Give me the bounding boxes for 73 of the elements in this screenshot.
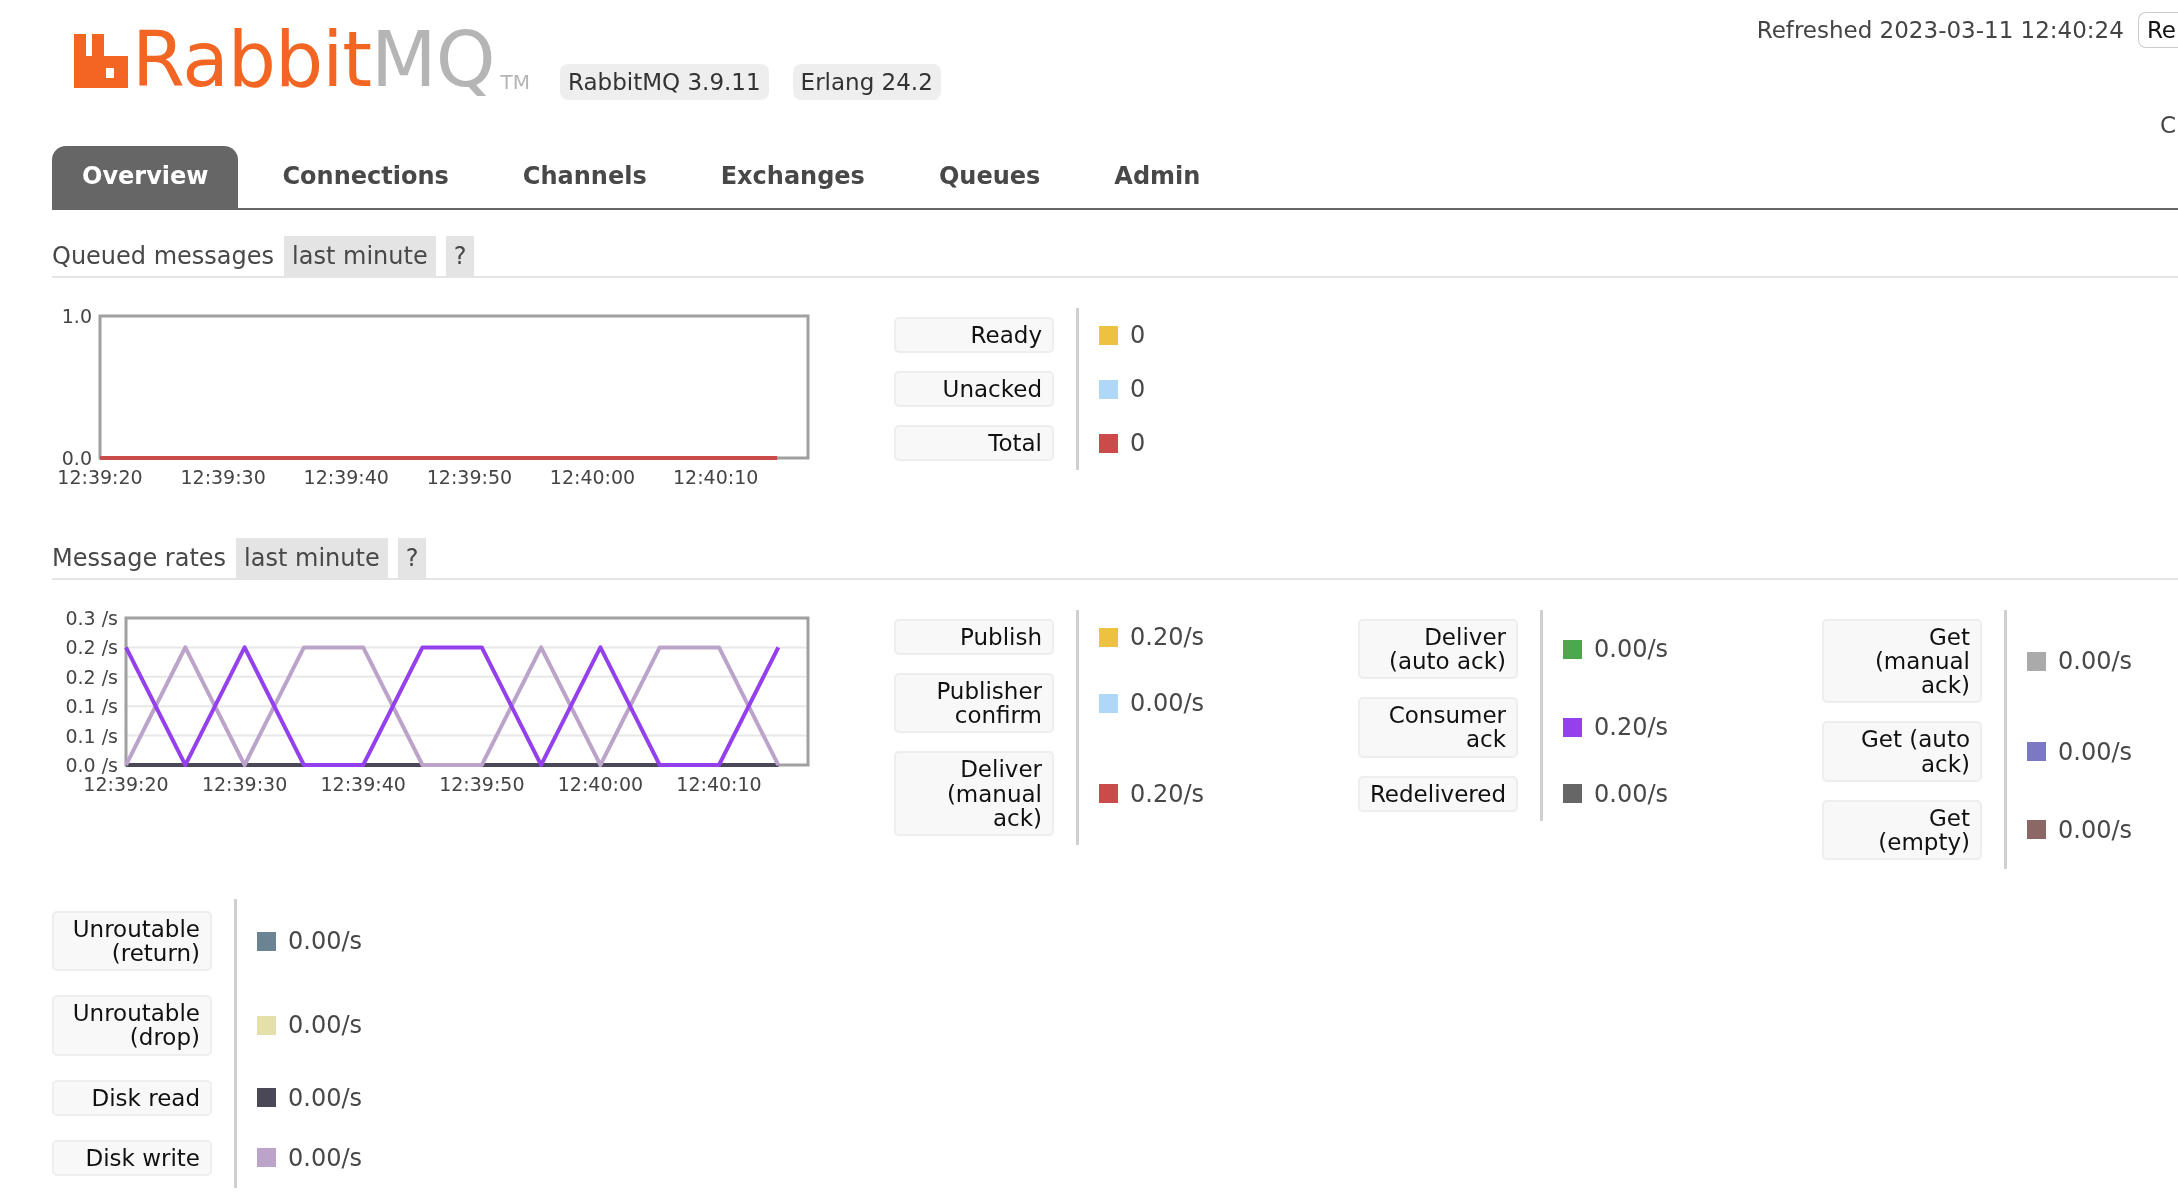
- user-label: C: [2159, 112, 2176, 138]
- help-button[interactable]: ?: [445, 236, 475, 276]
- legend-label: Unacked: [894, 371, 1054, 408]
- legend-label: Unroutable (drop): [52, 995, 212, 1056]
- y-tick-label: 0.1 /s: [65, 695, 118, 718]
- logo-suffix: MQ: [371, 22, 495, 98]
- legend-label: Deliver (manual ack): [894, 751, 1054, 836]
- y-tick-label: 0.2 /s: [65, 636, 118, 659]
- y-tick-label: 0.1 /s: [65, 724, 118, 747]
- period-selector[interactable]: last minute: [284, 236, 436, 276]
- x-tick-label: 12:40:00: [557, 773, 644, 795]
- x-tick-label: 12:39:20: [57, 466, 143, 488]
- rate-value: 0.00/s: [1594, 635, 1669, 664]
- x-tick-label: 12:39:40: [303, 466, 389, 488]
- legend-label: Total: [894, 425, 1054, 462]
- x-tick-label: 12:40:10: [676, 773, 762, 795]
- rate-value: 0.00/s: [288, 927, 363, 956]
- trademark-mark: TM: [500, 70, 530, 94]
- nav-tab[interactable]: Exchanges: [690, 146, 895, 208]
- section-title: Queued messages: [52, 241, 275, 272]
- x-tick-label: 12:39:30: [180, 466, 266, 488]
- x-tick-label: 12:40:00: [549, 466, 636, 488]
- nav-tab[interactable]: Channels: [492, 146, 677, 208]
- rate-value: 0.20/s: [1130, 623, 1205, 652]
- legend-label: Consumer ack: [1358, 697, 1518, 758]
- rate-value: 0.00/s: [1594, 779, 1669, 808]
- rate-value: 0.00/s: [2058, 815, 2133, 844]
- x-tick-label: 12:39:20: [83, 773, 169, 795]
- nav-tab[interactable]: Queues: [908, 146, 1071, 208]
- help-button[interactable]: ?: [397, 538, 427, 578]
- y-tick-label: 0.0: [61, 447, 92, 469]
- rabbit-logo-icon: [74, 34, 128, 88]
- x-tick-label: 12:39:50: [439, 773, 525, 795]
- nav-tab[interactable]: Admin: [1084, 146, 1231, 208]
- rate-value: 0: [1130, 375, 1146, 404]
- rate-value: 0.00/s: [288, 1011, 363, 1040]
- legend-label: Redelivered: [1358, 775, 1518, 812]
- rate-value: 0.00/s: [2058, 647, 2133, 676]
- legend-label: Publisher confirm: [894, 673, 1054, 734]
- x-tick-label: 12:39:50: [426, 466, 513, 488]
- legend-label: Get (empty): [1822, 799, 1982, 860]
- legend-label: Get (manual ack): [1822, 619, 1982, 704]
- rate-value: 0.00/s: [2058, 737, 2133, 766]
- legend-label: Deliver (auto ack): [1358, 619, 1518, 680]
- legend-label: Ready: [894, 317, 1054, 354]
- x-tick-label: 12:39:40: [320, 773, 406, 795]
- legend-label: Disk write: [52, 1139, 212, 1176]
- legend-label: Publish: [894, 619, 1054, 656]
- x-tick-label: 12:39:30: [201, 773, 288, 795]
- logo-wordmark: Rabbit: [132, 22, 372, 98]
- section-title: Message rates: [52, 543, 227, 574]
- legend-label: Unroutable (return): [52, 911, 212, 972]
- refreshed-timestamp: Refreshed 2023-03-11 12:40:24: [1756, 17, 2124, 43]
- nav-tab[interactable]: Overview: [52, 146, 239, 208]
- x-tick-label: 12:40:10: [673, 466, 759, 488]
- legend-label: Disk read: [52, 1079, 212, 1116]
- y-tick-label: 1.0: [61, 308, 92, 327]
- rate-value: 0: [1130, 429, 1146, 458]
- rate-value: 0.00/s: [1130, 689, 1205, 718]
- rate-value: 0.20/s: [1130, 779, 1205, 808]
- period-selector[interactable]: last minute: [236, 538, 388, 578]
- rate-value: 0: [1130, 321, 1146, 350]
- nav-tab[interactable]: Connections: [252, 146, 479, 208]
- rate-value: 0.00/s: [288, 1143, 363, 1172]
- y-tick-label: 0.2 /s: [65, 665, 118, 688]
- y-tick-label: 0.3 /s: [65, 610, 118, 629]
- y-tick-label: 0.0 /s: [65, 754, 118, 776]
- refresh-button[interactable]: Re: [2137, 12, 2178, 48]
- version-label: RabbitMQ 3.9.11: [560, 64, 769, 100]
- rate-value: 0.20/s: [1594, 713, 1669, 742]
- legend-label: Get (auto ack): [1822, 721, 1982, 782]
- version-label: Erlang 24.2: [792, 64, 941, 100]
- rate-value: 0.00/s: [288, 1083, 363, 1112]
